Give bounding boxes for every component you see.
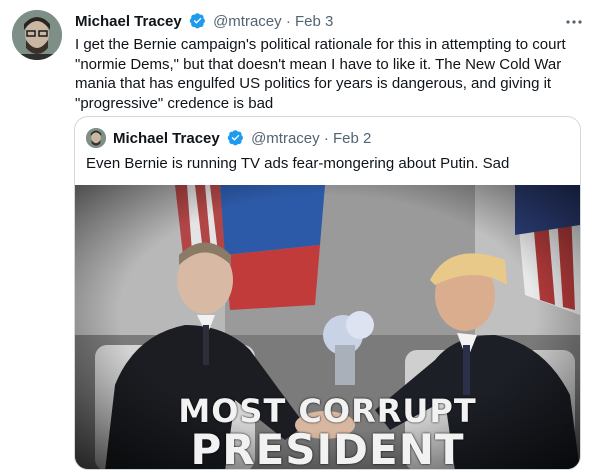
separator-dot: · — [285, 13, 291, 30]
more-horizontal-icon[interactable] — [565, 13, 583, 29]
quoted-avatar[interactable] — [86, 128, 106, 148]
verified-badge-icon — [189, 12, 206, 33]
quoted-tweet-date[interactable]: Feb 2 — [333, 130, 371, 147]
tweet-date[interactable]: Feb 3 — [295, 13, 333, 30]
video-banner-line2: PRESIDENT — [190, 425, 465, 470]
avatar[interactable] — [12, 10, 62, 60]
quoted-tweet-media[interactable]: MOST CORRUPT PRESIDENT — [75, 185, 580, 470]
author-name[interactable]: Michael Tracey — [75, 13, 182, 30]
verified-badge-icon — [227, 129, 244, 150]
separator-dot: · — [323, 130, 329, 147]
tweet-header: Michael Tracey @mtracey · Feb 3 — [75, 12, 577, 32]
quoted-author-name[interactable]: Michael Tracey — [113, 130, 220, 147]
tweet-text: I get the Bernie campaign's political ra… — [75, 36, 566, 112]
quoted-tweet-header: Michael Tracey @mtracey · Feb 2 — [113, 129, 371, 150]
quoted-tweet-text: Even Bernie is running TV ads fear-monge… — [86, 155, 510, 172]
author-handle[interactable]: @mtracey — [213, 13, 282, 30]
quoted-tweet[interactable]: Michael Tracey @mtracey · Feb 2 Even Ber… — [74, 116, 581, 470]
quoted-author-handle[interactable]: @mtracey — [251, 130, 320, 147]
